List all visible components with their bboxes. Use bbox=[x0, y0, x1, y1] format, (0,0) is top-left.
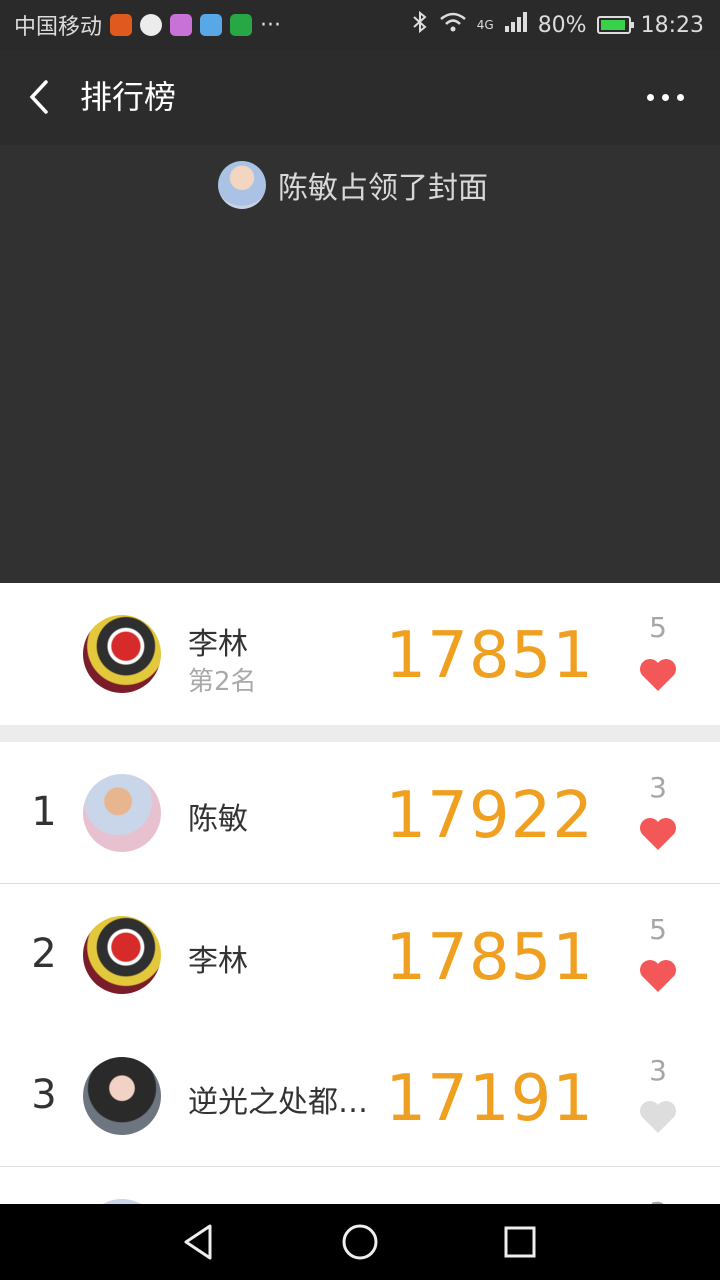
heart-icon bbox=[640, 960, 676, 992]
leaderboard-row[interactable]: 1 陈敏 17922 3 bbox=[0, 742, 720, 884]
network-type-label: 4G bbox=[476, 18, 494, 32]
leaderboard-row[interactable]: 3 bbox=[0, 1167, 720, 1204]
carrier-label: 中国移动 bbox=[14, 15, 103, 40]
my-like-button[interactable] bbox=[638, 657, 678, 693]
rank-number: 1 bbox=[31, 789, 57, 835]
signal-icon bbox=[504, 11, 528, 39]
app-icon-green bbox=[230, 14, 253, 36]
dot-icon bbox=[662, 93, 669, 101]
user-avatar[interactable] bbox=[83, 774, 161, 852]
cover-owner[interactable]: 陈敏占领了封面 bbox=[218, 160, 488, 210]
my-name: 李林 bbox=[188, 627, 248, 662]
my-rank-card[interactable]: 李林 第2名 17851 5 bbox=[0, 583, 720, 725]
like-count: 3 bbox=[649, 771, 667, 804]
circle-home-icon bbox=[342, 1224, 378, 1260]
heart-icon bbox=[640, 1101, 676, 1133]
system-home-button[interactable] bbox=[340, 1222, 380, 1262]
like-count: 3 bbox=[638, 1196, 678, 1204]
section-gap bbox=[0, 725, 720, 742]
system-recents-button[interactable] bbox=[500, 1222, 540, 1262]
like-count: 3 bbox=[649, 1054, 667, 1087]
app-icon-red bbox=[110, 14, 133, 36]
heart-icon bbox=[640, 659, 676, 691]
back-button[interactable] bbox=[26, 76, 60, 118]
like-button[interactable] bbox=[638, 816, 678, 852]
step-count: 17851 bbox=[385, 921, 594, 995]
status-right: 4G 80% 18:23 bbox=[411, 0, 704, 50]
step-count: 17922 bbox=[385, 779, 594, 853]
heart-icon bbox=[640, 818, 676, 850]
more-notifications-label: ··· bbox=[260, 12, 281, 38]
app-icon-colorful bbox=[170, 14, 193, 36]
square-recents-icon bbox=[504, 1226, 536, 1258]
like-button[interactable] bbox=[638, 958, 678, 994]
cover-area[interactable]: 陈敏占领了封面 bbox=[0, 145, 720, 583]
bluetooth-icon bbox=[411, 10, 429, 40]
my-like-count: 5 bbox=[649, 611, 667, 644]
clock: 18:23 bbox=[640, 12, 704, 38]
battery-fill bbox=[600, 20, 625, 30]
leaderboard-list: 1 陈敏 17922 3 2 李林 17851 5 3 逆光之处都… 17191… bbox=[0, 742, 720, 1204]
like-count: 5 bbox=[649, 913, 667, 946]
user-avatar[interactable] bbox=[83, 916, 161, 994]
user-name: 李林 bbox=[188, 944, 248, 979]
system-back-button[interactable] bbox=[180, 1222, 220, 1262]
battery-icon bbox=[596, 16, 634, 34]
user-avatar[interactable] bbox=[83, 1057, 161, 1135]
my-rank-label: 第2名 bbox=[188, 667, 257, 697]
rank-number: 3 bbox=[31, 1072, 57, 1118]
cover-owner-text: 陈敏占领了封面 bbox=[278, 171, 488, 206]
chat-bubble-icon bbox=[140, 14, 163, 36]
status-left: 中国移动 ··· bbox=[14, 0, 281, 50]
system-nav-bar bbox=[0, 1204, 720, 1280]
user-name: 逆光之处都… bbox=[188, 1085, 368, 1120]
battery-percent: 80% bbox=[537, 12, 587, 38]
more-button[interactable] bbox=[647, 80, 684, 114]
like-button[interactable] bbox=[638, 1099, 678, 1135]
leaderboard-row[interactable]: 2 李林 17851 5 bbox=[0, 884, 720, 1026]
dot-icon bbox=[647, 93, 654, 101]
cover-owner-avatar[interactable] bbox=[218, 161, 266, 209]
wifi-icon bbox=[439, 11, 467, 39]
status-bar: 中国移动 ··· 4G 80% 18:23 bbox=[0, 0, 720, 50]
rank-number: 2 bbox=[31, 931, 57, 977]
user-name: 陈敏 bbox=[188, 802, 248, 837]
page-title: 排行榜 bbox=[80, 78, 177, 116]
triangle-back-icon bbox=[184, 1224, 212, 1260]
dot-icon bbox=[677, 93, 684, 101]
my-avatar[interactable] bbox=[83, 615, 161, 693]
chevron-left-icon bbox=[29, 80, 48, 114]
leaderboard-row[interactable]: 3 逆光之处都… 17191 3 bbox=[0, 1025, 720, 1167]
nav-bar: 排行榜 bbox=[0, 50, 720, 145]
paper-plane-icon bbox=[200, 14, 223, 36]
my-step-count: 17851 bbox=[385, 619, 594, 693]
step-count: 17191 bbox=[385, 1062, 594, 1136]
